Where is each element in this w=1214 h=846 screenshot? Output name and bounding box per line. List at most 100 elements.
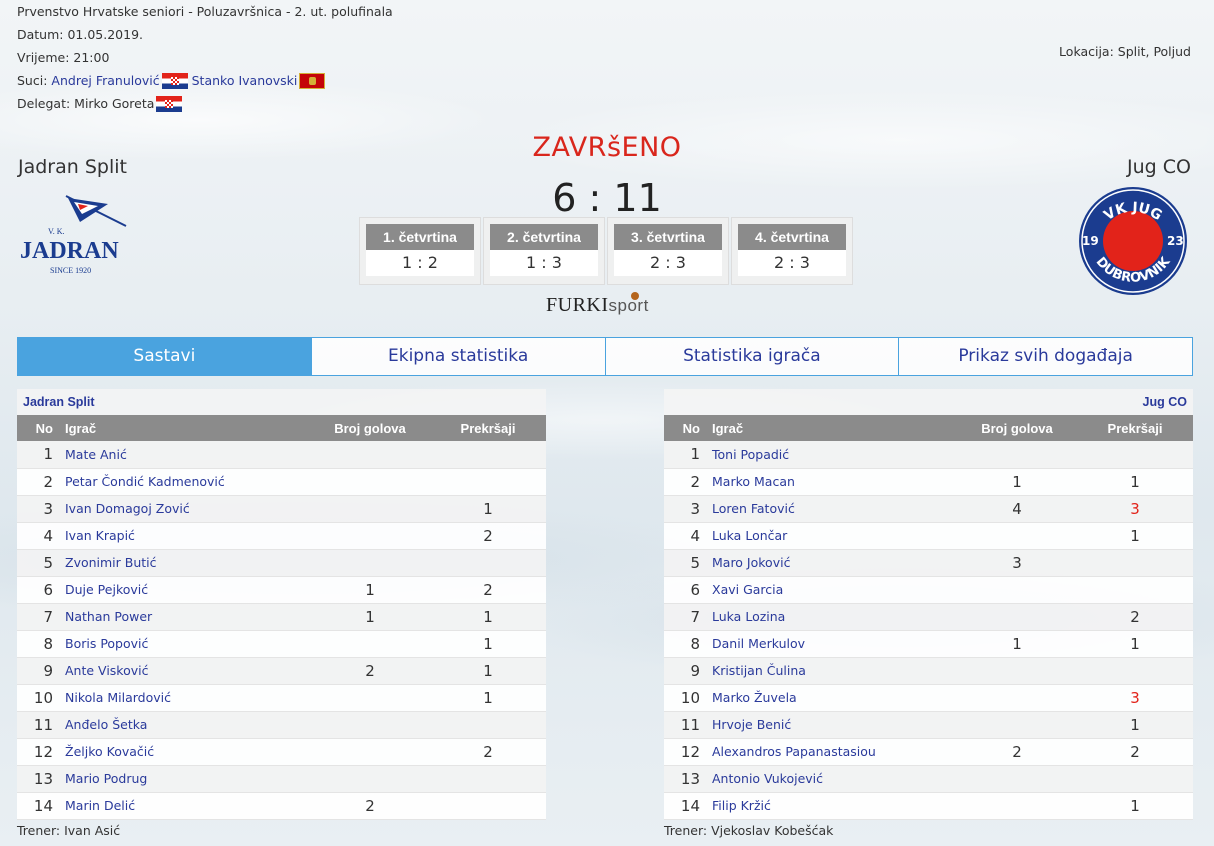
tab-all-events[interactable]: Prikaz svih događaja (898, 338, 1192, 375)
tab-lineups[interactable]: Sastavi (18, 338, 311, 375)
player-name-link[interactable]: Anđelo Šetka (57, 711, 310, 739)
table-row: 1 Mate Anić (17, 441, 546, 469)
player-name-link[interactable]: Marin Delić (57, 792, 310, 820)
quarter-scores: 1. četvrtina 1 : 2 2. četvrtina 1 : 3 3.… (359, 217, 853, 285)
referee-link-1[interactable]: Andrej Franulović (51, 69, 159, 92)
player-name-link[interactable]: Toni Popadić (704, 441, 957, 469)
player-fouls (1077, 657, 1193, 685)
col-goals: Broj golova (957, 415, 1077, 441)
player-name-link[interactable]: Luka Lozina (704, 603, 957, 631)
player-name-link[interactable]: Zvonimir Butić (57, 549, 310, 577)
col-player: Igrač (57, 415, 310, 441)
player-goals (310, 630, 430, 658)
tab-team-stats[interactable]: Ekipna statistika (310, 338, 605, 375)
col-fouls: Prekršaji (1077, 415, 1193, 441)
player-number: 12 (17, 738, 57, 766)
croatia-flag-icon (156, 95, 183, 112)
col-no: No (17, 415, 57, 441)
player-number: 9 (664, 657, 704, 685)
player-name-link[interactable]: Luka Lončar (704, 522, 957, 550)
player-number: 2 (664, 468, 704, 496)
player-fouls (1077, 549, 1193, 577)
player-number: 6 (17, 576, 57, 604)
player-fouls: 1 (430, 603, 546, 631)
sponsor-logo[interactable]: FURKIsport (546, 292, 649, 317)
player-goals (957, 576, 1077, 604)
player-number: 10 (664, 684, 704, 712)
table-row: 9 Ante Visković 2 1 (17, 657, 546, 685)
tab-player-stats[interactable]: Statistika igrača (604, 338, 899, 375)
player-name-link[interactable]: Boris Popović (57, 630, 310, 658)
player-fouls (430, 441, 546, 469)
croatia-flag-icon (161, 72, 188, 89)
player-fouls (430, 765, 546, 793)
quarter-label: 2. četvrtina (490, 224, 598, 250)
player-fouls: 1 (1077, 792, 1193, 820)
player-number: 7 (17, 603, 57, 631)
player-name-link[interactable]: Marko Macan (704, 468, 957, 496)
player-name-link[interactable]: Xavi Garcia (704, 576, 957, 604)
player-goals (957, 657, 1077, 685)
match-info: Prvenstvo Hrvatske seniori - Poluzavršni… (17, 0, 393, 115)
player-name-link[interactable]: Loren Fatović (704, 495, 957, 523)
table-row: 14 Marin Delić 2 (17, 792, 546, 820)
table-row: 1 Toni Popadić (664, 441, 1193, 469)
player-goals (957, 711, 1077, 739)
away-roster-team[interactable]: Jug CO (664, 389, 1193, 415)
player-name-link[interactable]: Mate Anić (57, 441, 310, 469)
player-goals (957, 603, 1077, 631)
player-name-link[interactable]: Kristijan Čulina (704, 657, 957, 685)
col-goals: Broj golova (310, 415, 430, 441)
player-number: 4 (664, 522, 704, 550)
player-goals (310, 711, 430, 739)
sponsor-main: FURKI (546, 294, 609, 316)
player-name-link[interactable]: Željko Kovačić (57, 738, 310, 766)
table-row: 10 Marko Žuvela 3 (664, 684, 1193, 712)
delegate: Delegat: Mirko Goreta (17, 92, 393, 115)
player-name-link[interactable]: Ante Visković (57, 657, 310, 685)
referees: Suci: Andrej Franulović Stanko Ivanovski (17, 69, 393, 92)
home-roster-team[interactable]: Jadran Split (17, 389, 546, 415)
table-row: 3 Ivan Domagoj Zović 1 (17, 495, 546, 523)
jug-logo-year-right: 23 (1167, 234, 1184, 248)
player-fouls (430, 549, 546, 577)
player-name-link[interactable]: Antonio Vukojević (704, 765, 957, 793)
player-name-link[interactable]: Ivan Domagoj Zović (57, 495, 310, 523)
tab-bar: Sastavi Ekipna statistika Statistika igr… (17, 337, 1193, 376)
player-goals (957, 522, 1077, 550)
player-goals: 1 (310, 576, 430, 604)
player-name-link[interactable]: Ivan Krapić (57, 522, 310, 550)
player-number: 11 (17, 711, 57, 739)
player-fouls: 2 (1077, 738, 1193, 766)
player-name-link[interactable]: Mario Podrug (57, 765, 310, 793)
player-name-link[interactable]: Hrvoje Benić (704, 711, 957, 739)
player-fouls: 1 (1077, 468, 1193, 496)
quarter-3: 3. četvrtina 2 : 3 (607, 217, 729, 285)
player-name-link[interactable]: Petar Čondić Kadmenović (57, 468, 310, 496)
player-number: 4 (17, 522, 57, 550)
away-roster-table: No Igrač Broj golova Prekršaji 1 Toni Pop… (664, 415, 1193, 820)
quarter-score: 2 : 3 (614, 250, 722, 276)
player-name-link[interactable]: Danil Merkulov (704, 630, 957, 658)
player-goals (957, 792, 1077, 820)
table-row: 12 Željko Kovačić 2 (17, 738, 546, 766)
player-name-link[interactable]: Duje Pejković (57, 576, 310, 604)
home-coach: Trener: Ivan Asić (17, 822, 121, 838)
player-name-link[interactable]: Nikola Milardović (57, 684, 310, 712)
player-fouls: 1 (1077, 711, 1193, 739)
table-row: 2 Petar Čondić Kadmenović (17, 468, 546, 496)
player-goals (957, 765, 1077, 793)
player-name-link[interactable]: Maro Joković (704, 549, 957, 577)
player-number: 13 (17, 765, 57, 793)
away-roster-panel: Jug CO No Igrač Broj golova Prekršaji 1T… (664, 389, 1193, 842)
match-status: ZAVRšENO (532, 132, 682, 163)
quarter-1: 1. četvrtina 1 : 2 (359, 217, 481, 285)
player-name-link[interactable]: Marko Žuvela (704, 684, 957, 712)
player-name-link[interactable]: Filip Kržić (704, 792, 957, 820)
referee-link-2[interactable]: Stanko Ivanovski (192, 69, 298, 92)
player-name-link[interactable]: Nathan Power (57, 603, 310, 631)
table-row: 5 Maro Joković 3 (664, 549, 1193, 577)
jadran-logo-since: SINCE 1920 (50, 266, 91, 275)
player-fouls: 2 (430, 522, 546, 550)
player-name-link[interactable]: Alexandros Papanastasiou (704, 738, 957, 766)
